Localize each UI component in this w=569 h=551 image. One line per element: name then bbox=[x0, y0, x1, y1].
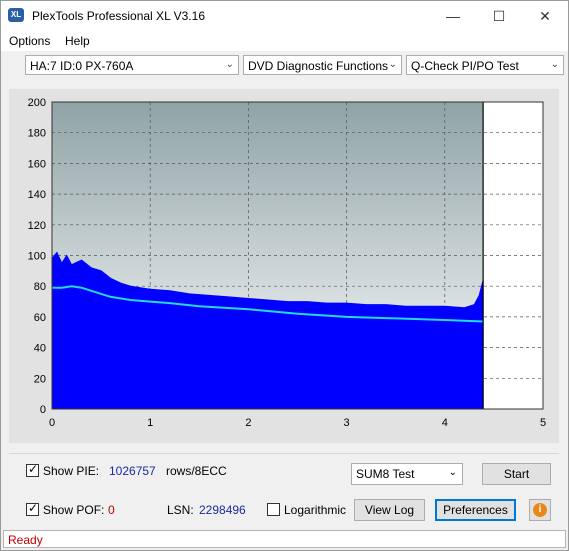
y-tick-label: 80 bbox=[34, 281, 46, 293]
x-tick-label: 5 bbox=[540, 417, 546, 429]
menu-help[interactable]: Help bbox=[65, 34, 90, 48]
info-icon: i bbox=[533, 503, 547, 517]
x-tick-label: 4 bbox=[442, 417, 448, 429]
start-button[interactable]: Start bbox=[482, 463, 551, 485]
y-tick-label: 180 bbox=[28, 128, 46, 140]
function-select[interactable]: DVD Diagnostic Functions ⌄ bbox=[243, 55, 402, 75]
y-tick-label: 160 bbox=[28, 158, 46, 170]
maximize-icon[interactable]: ☐ bbox=[476, 1, 522, 31]
pi-chart: 0 20 40 60 80 100 120 140 160 180 200 0 1 2 3 4 5 bbox=[28, 97, 546, 429]
preferences-button[interactable]: Preferences bbox=[435, 499, 516, 521]
chart-panel: 0 20 40 60 80 100 120 140 160 180 200 0 1 2 3 4 5 bbox=[9, 89, 559, 443]
test-mode-value: SUM8 Test bbox=[356, 467, 415, 481]
title-bar: XL PlexTools Professional XL V3.16 — ☐ ✕ bbox=[1, 1, 568, 31]
pie-unit: rows/8ECC bbox=[166, 464, 227, 478]
test-mode-select[interactable]: SUM8 Test ⌄ bbox=[351, 463, 463, 485]
x-tick-label: 0 bbox=[49, 417, 55, 429]
x-tick-label: 3 bbox=[344, 417, 350, 429]
app-icon: XL bbox=[8, 8, 24, 22]
chevron-down-icon: ⌄ bbox=[550, 59, 559, 70]
y-tick-label: 40 bbox=[34, 343, 46, 355]
test-select[interactable]: Q-Check PI/PO Test ⌄ bbox=[406, 55, 564, 75]
logarithmic-checkbox[interactable] bbox=[267, 503, 280, 516]
test-select-value: Q-Check PI/PO Test bbox=[411, 59, 519, 73]
x-tick-label: 1 bbox=[147, 417, 153, 429]
minimize-icon[interactable]: — bbox=[430, 1, 476, 31]
menu-options[interactable]: Options bbox=[9, 34, 50, 48]
lsn-label: LSN: bbox=[167, 503, 194, 517]
pie-value: 1026757 bbox=[109, 464, 156, 478]
chevron-down-icon: ⌄ bbox=[388, 59, 397, 70]
logarithmic-label: Logarithmic bbox=[284, 503, 347, 517]
y-tick-label: 0 bbox=[40, 404, 46, 416]
info-button[interactable]: i bbox=[529, 499, 551, 521]
status-text: Ready bbox=[8, 533, 43, 547]
show-pof-checkbox[interactable] bbox=[26, 501, 39, 516]
chevron-down-icon: ⌄ bbox=[225, 59, 234, 70]
app-window: XL PlexTools Professional XL V3.16 — ☐ ✕… bbox=[0, 0, 569, 551]
y-tick-label: 120 bbox=[28, 220, 46, 232]
pof-value: 0 bbox=[108, 503, 115, 517]
view-log-button[interactable]: View Log bbox=[354, 499, 425, 521]
close-icon[interactable]: ✕ bbox=[522, 1, 568, 31]
x-tick-label: 2 bbox=[245, 417, 251, 429]
drive-select-value: HA:7 ID:0 PX-760A bbox=[30, 59, 134, 73]
lsn-value: 2298496 bbox=[199, 503, 246, 517]
y-tick-label: 20 bbox=[34, 373, 46, 385]
drive-select[interactable]: HA:7 ID:0 PX-760A ⌄ bbox=[25, 55, 239, 75]
show-pie-label: Show PIE: bbox=[43, 464, 100, 478]
y-tick-label: 140 bbox=[28, 189, 46, 201]
menu-bar: Options Help bbox=[1, 31, 568, 51]
controls-panel: Show PIE: 1026757 rows/8ECC SUM8 Test ⌄ … bbox=[9, 453, 559, 524]
function-select-value: DVD Diagnostic Functions bbox=[248, 59, 389, 73]
window-title: PlexTools Professional XL V3.16 bbox=[32, 9, 205, 23]
y-tick-label: 60 bbox=[34, 312, 46, 324]
chevron-down-icon: ⌄ bbox=[448, 467, 457, 478]
show-pie-checkbox[interactable] bbox=[26, 462, 39, 477]
show-pof-label: Show POF: bbox=[43, 503, 105, 517]
status-bar: Ready bbox=[3, 530, 566, 548]
y-tick-label: 200 bbox=[28, 97, 46, 109]
y-tick-label: 100 bbox=[28, 251, 46, 263]
